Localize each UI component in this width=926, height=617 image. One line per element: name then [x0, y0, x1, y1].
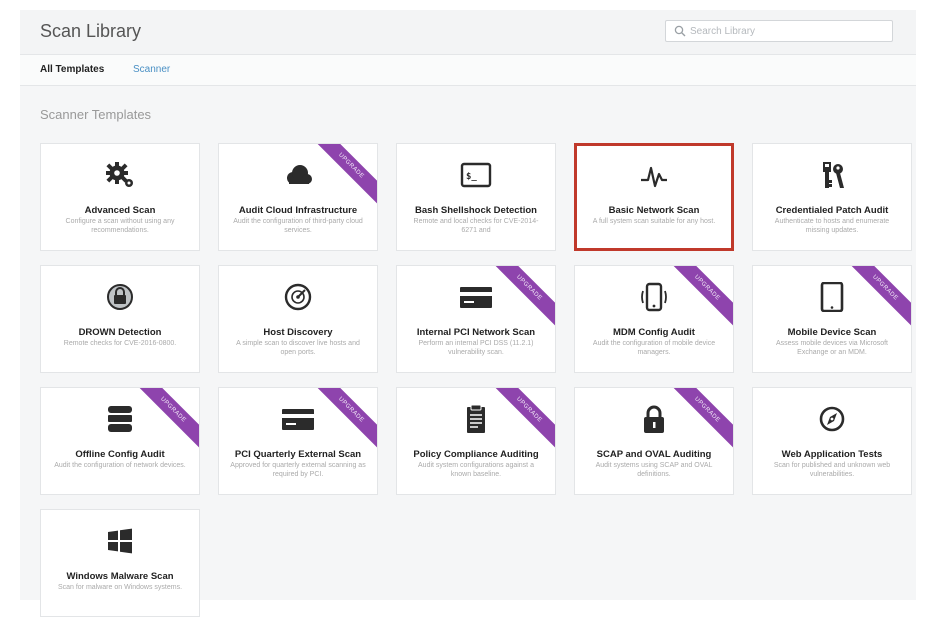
template-title: Credentialed Patch Audit: [775, 205, 889, 216]
template-card-advanced-scan[interactable]: Advanced Scan Configure a scan without us…: [40, 143, 200, 251]
template-title: Offline Config Audit: [75, 449, 165, 460]
template-title: Mobile Device Scan: [787, 327, 877, 338]
section-title: Scanner Templates: [40, 107, 152, 122]
template-description: Authenticate to hosts and enumerate miss…: [774, 218, 890, 234]
upgrade-ribbon: UPGRADE: [130, 388, 199, 453]
upgrade-ribbon: UPGRADE: [664, 388, 733, 453]
template-card-drown-detection[interactable]: DROWN Detection Remote checks for CVE-201…: [40, 265, 200, 373]
cloud-icon: [280, 160, 316, 190]
template-card-scap-and-oval-auditing[interactable]: SCAP and OVAL Auditing Audit systems usin…: [574, 387, 734, 495]
template-description: Audit system configurations against a kn…: [418, 462, 534, 478]
template-description: Approved for quarterly external scanning…: [230, 462, 366, 478]
template-description: Audit the configuration of network devic…: [54, 462, 186, 469]
page-title: Scan Library: [40, 21, 142, 41]
gears-icon: [102, 160, 138, 190]
template-card-mdm-config-audit[interactable]: MDM Config Audit Audit the configuration …: [574, 265, 734, 373]
template-description: Configure a scan without using any recom…: [65, 218, 175, 234]
upgrade-ribbon: UPGRADE: [486, 266, 555, 331]
template-card-bash-shellshock-detection[interactable]: $_ Bash Shellshock Detection Remote and lo…: [396, 143, 556, 251]
template-card-windows-malware-scan[interactable]: Windows Malware Scan Scan for malware on …: [40, 509, 200, 617]
template-title: MDM Config Audit: [613, 327, 695, 338]
template-description: Scan for published and unknown web vulne…: [773, 462, 891, 478]
upgrade-ribbon: UPGRADE: [486, 388, 555, 453]
tablet-icon: [814, 282, 850, 312]
template-title: SCAP and OVAL Auditing: [596, 449, 712, 460]
credit-card-icon: [280, 404, 316, 434]
template-card-audit-cloud-infrastructure[interactable]: Audit Cloud Infrastructure Audit the conf…: [218, 143, 378, 251]
template-title: Audit Cloud Infrastructure: [238, 205, 358, 216]
tab-bar: All Templates Scanner: [20, 55, 916, 86]
upgrade-ribbon: UPGRADE: [308, 388, 377, 453]
header-bar: Scan Library: [20, 10, 916, 55]
search-input[interactable]: [690, 23, 886, 39]
mobile-vibrate-icon: [636, 282, 672, 312]
template-card-credentialed-patch-audit[interactable]: Credentialed Patch Audit Authenticate to …: [752, 143, 912, 251]
template-description: A simple scan to discover live hosts and…: [236, 340, 360, 356]
template-title: Web Application Tests: [781, 449, 883, 460]
template-card-host-discovery[interactable]: Host Discovery A simple scan to discover …: [218, 265, 378, 373]
radar-icon: [280, 282, 316, 312]
template-description: Remote checks for CVE-2016-0800.: [63, 340, 177, 347]
template-description: Audit the configuration of third-party c…: [233, 218, 363, 234]
compass-icon: [814, 404, 850, 434]
template-card-internal-pci-network-scan[interactable]: Internal PCI Network Scan Perform an inte…: [396, 265, 556, 373]
upgrade-ribbon: UPGRADE: [664, 266, 733, 331]
database-icon: [102, 404, 138, 434]
template-card-mobile-device-scan[interactable]: Mobile Device Scan Assess mobile devices …: [752, 265, 912, 373]
lock-icon: [636, 404, 672, 434]
upgrade-ribbon: UPGRADE: [308, 144, 377, 209]
credit-card-icon: [458, 282, 494, 312]
keys-icon: [814, 160, 850, 190]
scan-library-panel: Scan Library All Templates Scanner Scann…: [20, 10, 916, 617]
svg-text:$_: $_: [466, 172, 477, 182]
template-title: PCI Quarterly External Scan: [234, 449, 362, 460]
clipboard-icon: [458, 404, 494, 434]
upgrade-ribbon: UPGRADE: [842, 266, 911, 331]
search-icon: [674, 25, 686, 37]
template-description: Audit the configuration of mobile device…: [592, 340, 716, 356]
template-title: Advanced Scan: [84, 205, 156, 216]
pulse-icon: [636, 160, 672, 190]
template-title: DROWN Detection: [78, 327, 162, 338]
tab-scanner[interactable]: Scanner: [133, 64, 170, 75]
terminal-icon: $_: [458, 160, 494, 190]
template-description: Audit systems using SCAP and OVAL defini…: [595, 462, 713, 478]
template-description: Scan for malware on Windows systems.: [57, 584, 183, 591]
template-card-pci-quarterly-external-scan[interactable]: PCI Quarterly External Scan Approved for …: [218, 387, 378, 495]
tab-all-templates[interactable]: All Templates: [40, 64, 104, 75]
template-title: Policy Compliance Auditing: [413, 449, 539, 460]
template-title: Bash Shellshock Detection: [415, 205, 537, 216]
template-title: Internal PCI Network Scan: [416, 327, 536, 338]
template-description: Remote and local checks for CVE-2014-627…: [413, 218, 539, 234]
drown-icon: [102, 282, 138, 312]
search-box[interactable]: [665, 20, 893, 42]
template-description: Assess mobile devices via Microsoft Exch…: [775, 340, 889, 356]
template-card-offline-config-audit[interactable]: Offline Config Audit Audit the configurat…: [40, 387, 200, 495]
template-card-policy-compliance-auditing[interactable]: Policy Compliance Auditing Audit system c…: [396, 387, 556, 495]
windows-icon: [102, 526, 138, 556]
template-card-web-application-tests[interactable]: Web Application Tests Scan for published …: [752, 387, 912, 495]
template-description: Perform an internal PCI DSS (11.2.1) vul…: [418, 340, 534, 356]
template-title: Basic Network Scan: [608, 205, 700, 216]
template-card-basic-network-scan[interactable]: Basic Network Scan A full system scan sui…: [574, 143, 734, 251]
template-title: Host Discovery: [263, 327, 333, 338]
template-title: Windows Malware Scan: [66, 571, 174, 582]
template-description: A full system scan suitable for any host…: [592, 218, 716, 225]
